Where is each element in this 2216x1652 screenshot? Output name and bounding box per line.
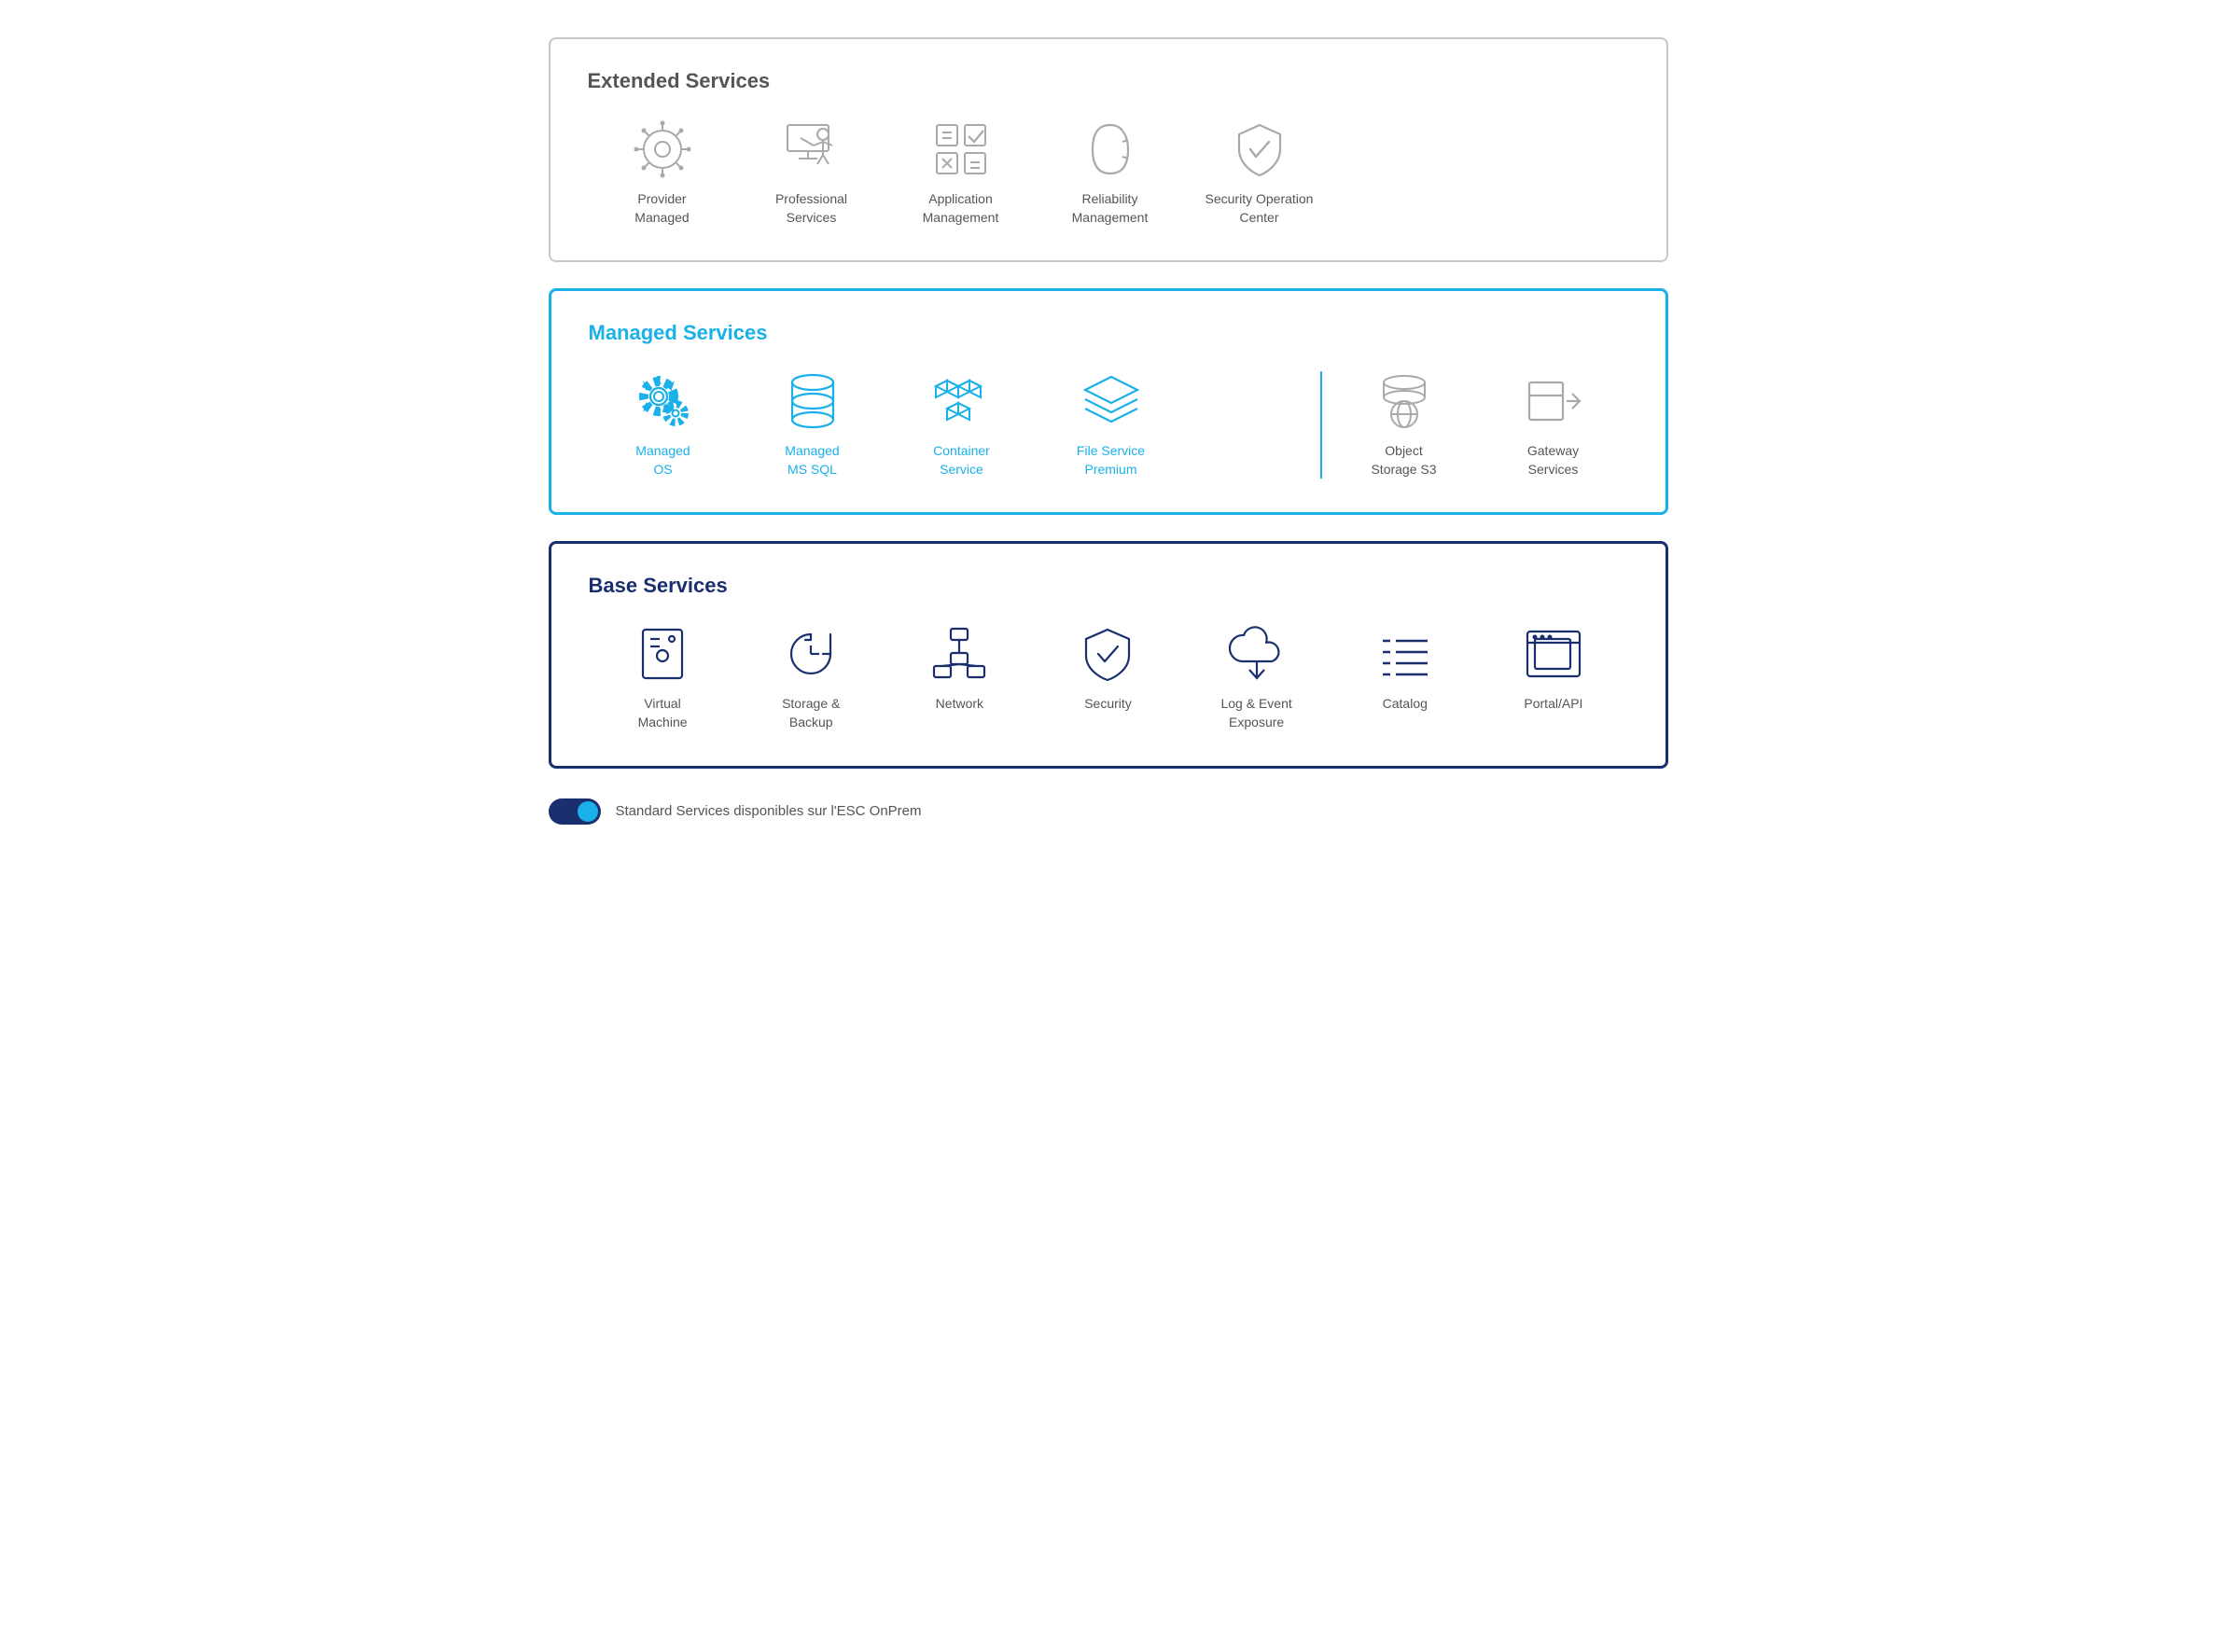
- item-managed-os: ManagedOS: [589, 371, 738, 479]
- server-icon: [633, 624, 692, 684]
- network-icon: [929, 624, 989, 684]
- cubes-icon: [932, 371, 992, 431]
- item-application-management-label: ApplicationManagement: [923, 190, 999, 227]
- item-portal-api: Portal/API: [1479, 624, 1627, 714]
- base-services-section: Base Services VirtualMachine: [549, 541, 1668, 768]
- helm-icon: [633, 119, 692, 179]
- item-reliability-management-label: ReliabilityManagement: [1072, 190, 1149, 227]
- managed-services-items: ManagedOS ManagedMS SQL: [589, 371, 1628, 479]
- item-security-operation-center: Security OperationCenter: [1185, 119, 1334, 227]
- item-network: Network: [885, 624, 1034, 714]
- item-professional-services-label: ProfessionalServices: [775, 190, 847, 227]
- legend-text: Standard Services disponibles sur l'ESC …: [616, 803, 922, 819]
- item-security: Security: [1034, 624, 1182, 714]
- item-provider-managed: ProviderManaged: [588, 119, 737, 227]
- item-gateway-services: GatewayServices: [1479, 371, 1628, 479]
- appgrid-icon: [931, 119, 991, 179]
- item-storage-backup-label: Storage &Backup: [782, 695, 840, 731]
- legend-badge: [549, 798, 601, 825]
- extended-services-title: Extended Services: [588, 69, 1629, 93]
- item-catalog-label: Catalog: [1383, 695, 1428, 714]
- item-virtual-machine: VirtualMachine: [589, 624, 737, 731]
- shield-check-outline-icon: [1078, 624, 1137, 684]
- item-container-service-label: ContainerService: [933, 442, 990, 479]
- database-icon: [783, 371, 843, 431]
- base-services-items: VirtualMachine Storage &Backup: [589, 624, 1628, 731]
- item-object-storage-s3: ObjectStorage S3: [1330, 371, 1479, 479]
- managed-services-section: Managed Services: [549, 288, 1668, 515]
- item-object-storage-s3-label: ObjectStorage S3: [1371, 442, 1436, 479]
- extended-services-section: Extended Services: [549, 37, 1668, 262]
- item-security-label: Security: [1084, 695, 1132, 714]
- item-managed-ms-sql: ManagedMS SQL: [738, 371, 887, 479]
- managed-left-group: ManagedOS ManagedMS SQL: [589, 371, 1313, 479]
- item-managed-ms-sql-label: ManagedMS SQL: [785, 442, 839, 479]
- item-catalog: Catalog: [1331, 624, 1479, 714]
- item-file-service-premium-label: File ServicePremium: [1077, 442, 1145, 479]
- item-security-operation-center-label: Security OperationCenter: [1206, 190, 1314, 227]
- managed-right-group: ObjectStorage S3: [1330, 371, 1628, 479]
- window-icon: [1524, 624, 1583, 684]
- gear-gear-icon: [634, 371, 693, 431]
- item-provider-managed-label: ProviderManaged: [634, 190, 689, 227]
- list-lines-icon: [1375, 624, 1435, 684]
- item-log-event-exposure: Log & EventExposure: [1182, 624, 1331, 731]
- item-professional-services: ProfessionalServices: [737, 119, 886, 227]
- item-portal-api-label: Portal/API: [1524, 695, 1582, 714]
- managed-section-divider: [1320, 371, 1322, 479]
- item-file-service-premium: File ServicePremium: [1037, 371, 1186, 479]
- item-virtual-machine-label: VirtualMachine: [638, 695, 688, 731]
- item-managed-os-label: ManagedOS: [635, 442, 690, 479]
- item-application-management: ApplicationManagement: [886, 119, 1036, 227]
- presenter-icon: [782, 119, 842, 179]
- shield-check-gray-icon: [1230, 119, 1289, 179]
- cloud-download-icon: [1227, 624, 1287, 684]
- layers-icon: [1081, 371, 1141, 431]
- page-wrapper: Extended Services: [549, 37, 1668, 825]
- box-arrow-icon: [1524, 371, 1583, 431]
- db-globe-icon: [1374, 371, 1434, 431]
- legend: Standard Services disponibles sur l'ESC …: [549, 798, 1668, 825]
- item-network-label: Network: [936, 695, 983, 714]
- carabiner-icon: [1080, 119, 1140, 179]
- extended-services-items: ProviderManaged: [588, 119, 1629, 227]
- clock-back-icon: [781, 624, 841, 684]
- item-container-service: ContainerService: [887, 371, 1037, 479]
- base-services-title: Base Services: [589, 574, 1628, 598]
- item-log-event-exposure-label: Log & EventExposure: [1220, 695, 1291, 731]
- item-reliability-management: ReliabilityManagement: [1036, 119, 1185, 227]
- item-storage-backup: Storage &Backup: [737, 624, 885, 731]
- managed-services-title: Managed Services: [589, 321, 1628, 345]
- item-gateway-services-label: GatewayServices: [1527, 442, 1579, 479]
